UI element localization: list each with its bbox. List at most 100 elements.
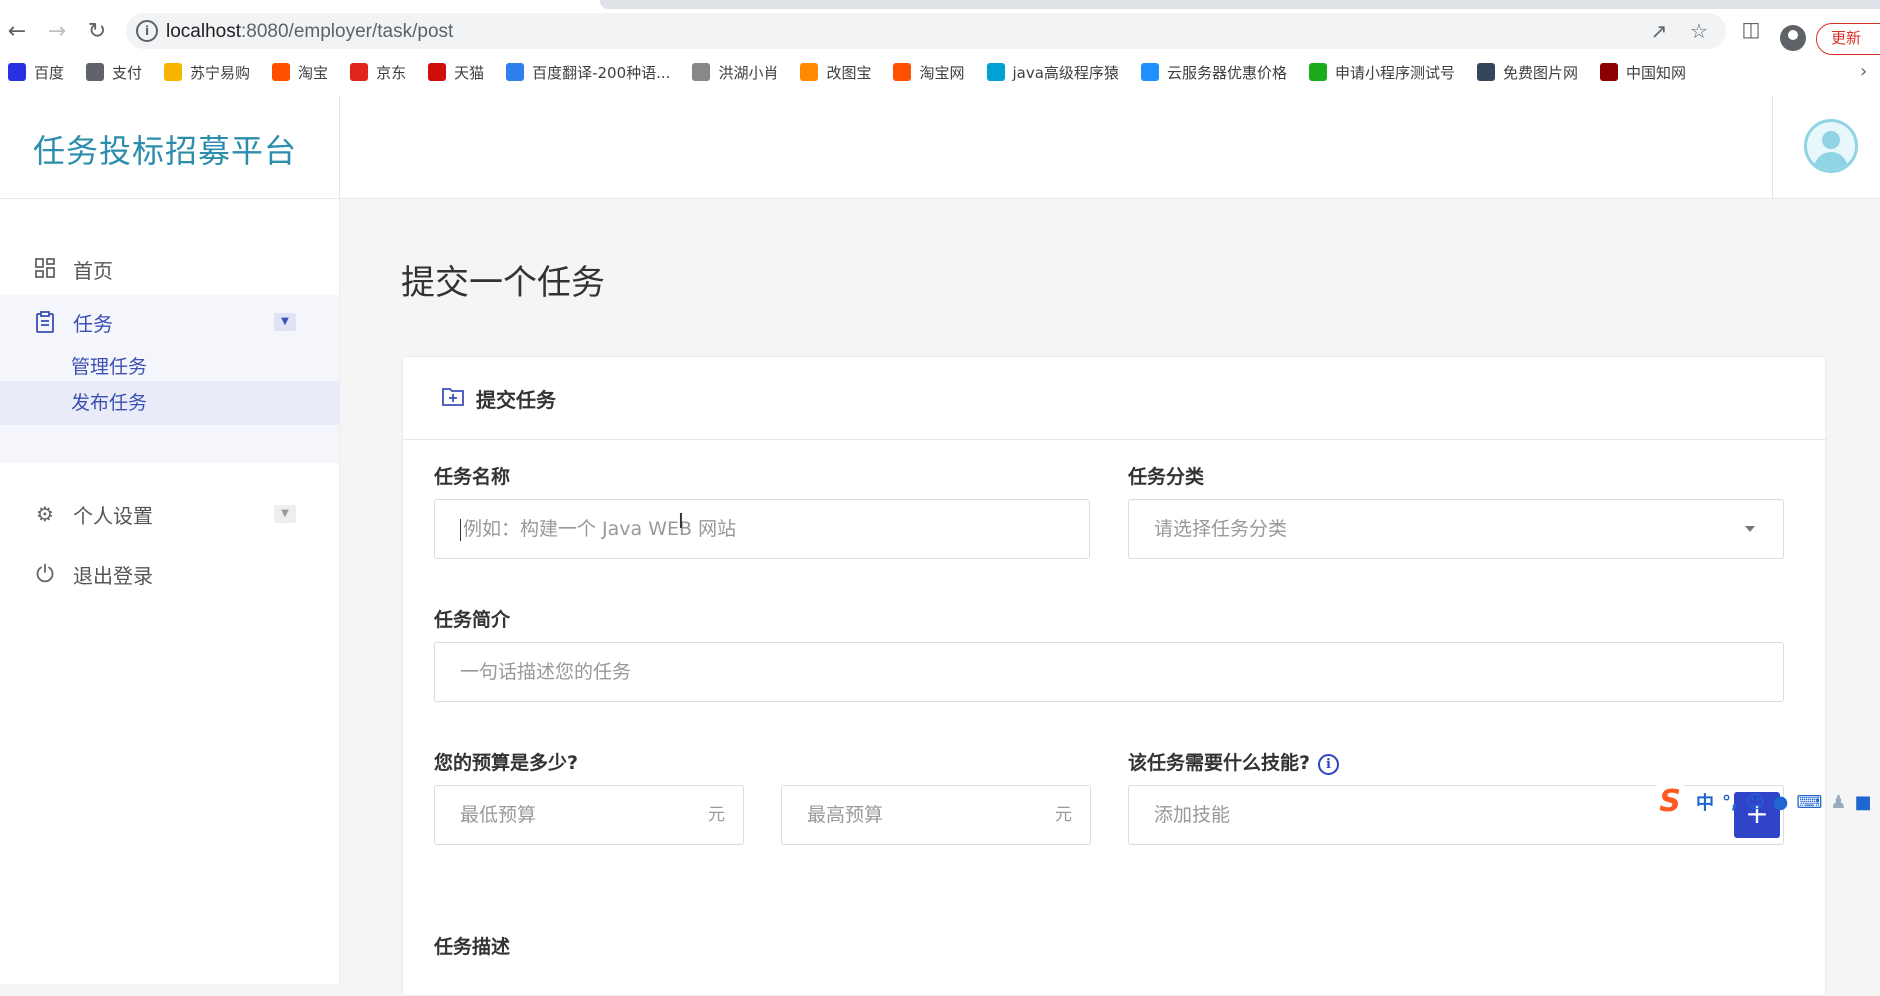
inactive-tab-area[interactable] [600, 0, 1880, 9]
bookmark-item[interactable]: 京东 [342, 56, 406, 88]
baidu-icon [8, 63, 26, 81]
bookmark-label: 百度翻译-200种语... [532, 63, 671, 82]
gaitubao-icon [800, 63, 819, 81]
bookmark-item[interactable]: 天猫 [420, 56, 484, 88]
ime-mode-toggle[interactable]: 中 [1696, 789, 1714, 815]
bookmark-item[interactable]: 支付 [78, 56, 142, 88]
jd-icon [350, 63, 369, 81]
bookmark-label: 苏宁易购 [190, 63, 251, 82]
microphone-icon[interactable]: ● [1773, 792, 1789, 813]
brand[interactable]: 任务投标招募平台 [0, 95, 340, 199]
sidebar-group-task: 任务 ▼ 管理任务 发布任务 [0, 295, 339, 463]
tmall-icon [428, 63, 447, 81]
clipboard-icon [34, 311, 56, 333]
chevron-down-icon [1745, 526, 1755, 532]
bookmark-item[interactable]: 苏宁易购 [156, 56, 250, 88]
budget-max-placeholder: 最高预算 [807, 804, 884, 826]
text-caret [460, 518, 461, 541]
sidebar-item-settings[interactable]: ⚙ 个人设置 ▼ [0, 487, 339, 541]
budget-max-input[interactable]: 最高预算 元 [781, 785, 1091, 845]
bookmarks-overflow-icon[interactable]: › [1860, 56, 1880, 88]
post-task-card: 提交任务 任务名称 例如：构建一个 Java WEB 网站 I 任务分类 请选择… [402, 356, 1827, 996]
sidebar-item-label: 个人设置 [73, 503, 153, 528]
avatar[interactable] [1804, 119, 1858, 173]
user-icon[interactable]: ♟ [1830, 792, 1846, 813]
budget-min-placeholder: 最低预算 [460, 804, 537, 826]
bookmark-item[interactable]: 免费图片网 [1469, 56, 1578, 88]
sidebar-item-home[interactable]: 首页 [0, 242, 339, 296]
bookmark-item[interactable]: 云服务器优惠价格 [1133, 56, 1287, 88]
bookmark-item[interactable]: 中国知网 [1592, 56, 1686, 88]
task-intro-label: 任务简介 [434, 609, 511, 631]
forward-icon[interactable]: → [42, 16, 72, 46]
bookmark-label: 中国知网 [1625, 63, 1686, 82]
sidebar-item-task[interactable]: 任务 ▼ [0, 295, 339, 349]
bookmark-label: 支付 [112, 63, 143, 82]
folder-plus-icon [442, 386, 464, 406]
user-menu[interactable] [1772, 95, 1880, 199]
back-icon[interactable]: ← [2, 16, 32, 46]
skills-label: 该任务需要什么技能? i [1128, 748, 1340, 775]
bookmark-star-icon[interactable]: ☆ [1688, 20, 1710, 42]
side-panel-icon[interactable]: ◫ [1740, 18, 1762, 40]
bookmark-label: 改图宝 [826, 63, 872, 82]
update-button[interactable]: 更新 [1816, 23, 1880, 55]
task-intro-input[interactable]: 一句话描述您的任务 [434, 642, 1784, 702]
task-description-label: 任务描述 [434, 936, 511, 958]
emoji-icon[interactable]: ☺ [1746, 792, 1765, 813]
budget-label: 您的预算是多少? [434, 752, 579, 774]
bookmark-label: 申请小程序测试号 [1334, 63, 1455, 82]
address-bar[interactable]: i localhost:8080/employer/task/post ↗ ☆ [126, 13, 1726, 49]
info-icon[interactable]: i [1318, 754, 1340, 775]
sidebar-item-label: 任务 [73, 311, 113, 336]
tumblr-icon [1476, 63, 1495, 81]
keyboard-icon[interactable]: ⌨ [1796, 792, 1822, 813]
profile-icon[interactable] [1780, 25, 1806, 51]
taobao-icon [893, 63, 912, 81]
skills-placeholder: 添加技能 [1154, 804, 1231, 826]
skin-icon[interactable]: ■ [1854, 792, 1871, 813]
sidebar-item-logout[interactable]: 退出登录 [0, 547, 339, 601]
chevron-down-icon[interactable]: ▼ [274, 313, 296, 331]
suning-icon [164, 63, 183, 81]
cnki-icon [1599, 63, 1618, 81]
dashboard-icon [34, 258, 56, 280]
bookmark-item[interactable]: 淘宝网 [885, 56, 965, 88]
skills-label-text: 该任务需要什么技能? [1128, 752, 1311, 774]
card-title: 提交任务 [476, 388, 556, 412]
site-info-icon[interactable]: i [136, 20, 158, 42]
globe-icon [86, 63, 105, 81]
budget-min-input[interactable]: 最低预算 元 [434, 785, 744, 845]
bookmark-item[interactable]: 淘宝 [264, 56, 328, 88]
currency-suffix: 元 [708, 805, 725, 825]
bookmark-item[interactable]: 洪湖小肖 [684, 56, 778, 88]
task-name-input[interactable]: 例如：构建一个 Java WEB 网站 [434, 499, 1090, 559]
power-icon [34, 563, 56, 585]
sidebar-item-label: 退出登录 [73, 563, 153, 588]
ime-toolbar: S 中 °, ☺ ● ⌨ ♟ ■ [1652, 782, 1880, 822]
bookmark-item[interactable]: 申请小程序测试号 [1301, 56, 1455, 88]
task-category-select[interactable]: 请选择任务分类 [1128, 499, 1784, 559]
bookmark-label: 百度 [34, 63, 65, 82]
reload-icon[interactable]: ↻ [82, 16, 112, 46]
ime-punctuation-toggle[interactable]: °, [1722, 792, 1738, 813]
bookmark-label: 淘宝 [298, 63, 329, 82]
bookmark-label: 京东 [376, 63, 407, 82]
bookmark-item[interactable]: 百度 [0, 56, 64, 88]
navigation-bar: ← → ↻ i localhost:8080/employer/task/pos… [0, 10, 1880, 55]
browser-chrome: ← → ↻ i localhost:8080/employer/task/pos… [0, 0, 1880, 95]
sogou-logo-icon[interactable]: S [1652, 784, 1688, 820]
sidebar-item-label: 首页 [73, 258, 113, 283]
sidebar-subitem-post-task[interactable]: 发布任务 [0, 381, 339, 425]
ibeam-cursor-icon: I [678, 509, 684, 533]
bookmark-item[interactable]: 百度翻译-200种语... [498, 56, 670, 88]
share-icon[interactable]: ↗ [1648, 20, 1670, 42]
wechat-icon [1308, 63, 1327, 81]
translate-icon [506, 63, 525, 81]
bookmark-label: 淘宝网 [919, 63, 965, 82]
app: 任务投标招募平台 首页 任务 ▼ 管理任务 发布任务 ⚙ 个人设置 ▼ 退出登录… [0, 95, 1880, 996]
bookmark-item[interactable]: 改图宝 [792, 56, 871, 88]
url-text[interactable]: localhost:8080/employer/task/post [166, 21, 453, 43]
bookmark-item[interactable]: java高级程序猿 [979, 56, 1119, 88]
chevron-down-icon[interactable]: ▼ [274, 505, 296, 523]
